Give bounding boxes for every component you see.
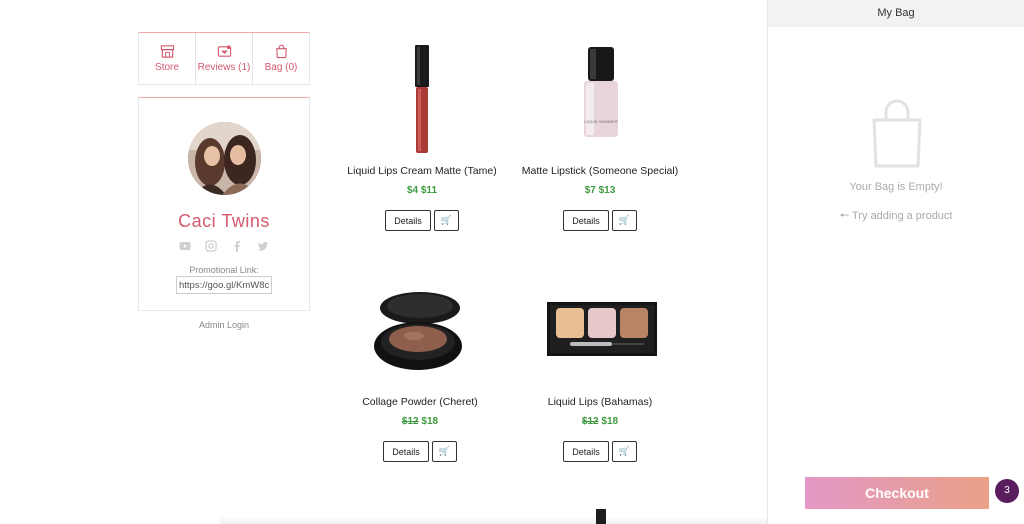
profile-name: Caci Twins [178, 211, 270, 231]
tab-bag-label: Bag (0) [264, 62, 298, 73]
add-to-cart-button[interactable]: 🛒 [431, 441, 457, 462]
checkout-button[interactable]: Checkout [805, 477, 989, 509]
product-image-palette[interactable] [510, 276, 690, 396]
instagram-icon[interactable] [205, 240, 217, 252]
try-adding-link[interactable]: 🠔 Try adding a product [768, 207, 1024, 226]
cart-icon: 🛒 [438, 446, 450, 456]
reviews-icon [217, 45, 231, 57]
facebook-icon[interactable] [231, 240, 243, 252]
tab-reviews-label: Reviews (1) [197, 62, 251, 73]
add-to-cart-button[interactable]: 🛒 [433, 210, 459, 231]
product-image-compact[interactable] [330, 276, 510, 396]
tab-store-label: Store [155, 62, 179, 73]
bag-panel: My Bag Your Bag is Empty! 🠔 Try adding a… [767, 0, 1024, 524]
empty-bag-icon [872, 99, 922, 168]
details-button[interactable]: Details [563, 441, 609, 462]
admin-login-link[interactable]: Admin Login [138, 320, 310, 330]
details-button[interactable]: Details [383, 441, 429, 462]
profile-card: Caci Twins Promotional Link: [138, 97, 310, 311]
bag-title: My Bag [768, 0, 1024, 27]
next-product-peek [596, 509, 606, 524]
youtube-icon[interactable] [179, 240, 191, 252]
tab-bag[interactable]: Bag (0) [252, 33, 309, 84]
product-price: $12 $18 [401, 416, 439, 427]
product-name: Collage Powder (Cheret) [362, 396, 478, 408]
details-button[interactable]: Details [385, 210, 431, 231]
social-links [139, 240, 309, 252]
tab-reviews[interactable]: Reviews (1) [195, 33, 252, 84]
cart-icon: 🛒 [618, 446, 630, 456]
store-icon [160, 45, 174, 58]
product-name: Matte Lipstick (Someone Special) [521, 165, 679, 177]
product-image-lip-gloss[interactable] [332, 45, 512, 165]
product-card: LIQUID SHIMMER Matte Lipstick (Someone S… [510, 45, 690, 231]
cart-icon: 🛒 [618, 215, 630, 225]
details-button[interactable]: Details [563, 210, 609, 231]
bag-icon [275, 44, 287, 59]
add-to-cart-button[interactable]: 🛒 [611, 441, 637, 462]
next-row-divider [220, 518, 780, 524]
add-to-cart-button[interactable]: 🛒 [611, 210, 637, 231]
promo-link-field[interactable] [176, 276, 272, 294]
product-name: Liquid Lips (Bahamas) [547, 396, 653, 408]
product-card: Collage Powder (Cheret) $12 $18 Details … [330, 276, 510, 462]
tab-store[interactable]: Store [139, 33, 195, 84]
try-adding-label: Try adding a product [852, 210, 953, 222]
product-price: $4 $11 [406, 185, 438, 196]
notification-badge[interactable]: 3 [995, 479, 1019, 503]
product-image-primer-bottle[interactable]: LIQUID SHIMMER [510, 45, 690, 165]
arrow-left-icon: 🠔 [839, 210, 850, 222]
product-name: Liquid Lips Cream Matte (Tame) [347, 165, 497, 177]
cart-icon: 🛒 [440, 215, 452, 225]
product-price: $12 $18 [581, 416, 619, 427]
product-card: Liquid Lips Cream Matte (Tame) $4 $11 De… [332, 45, 512, 231]
avatar [188, 122, 261, 195]
product-card: Liquid Lips (Bahamas) $12 $18 Details 🛒 [510, 276, 690, 462]
bottle-label: LIQUID SHIMMER [584, 119, 617, 124]
store-nav: Store Reviews (1) Bag (0) [138, 32, 310, 85]
bag-empty-message: Your Bag is Empty! [849, 181, 943, 193]
twitter-icon[interactable] [257, 240, 269, 252]
product-price: $7 $13 [584, 185, 616, 196]
promo-link-label: Promotional Link: [189, 265, 259, 275]
